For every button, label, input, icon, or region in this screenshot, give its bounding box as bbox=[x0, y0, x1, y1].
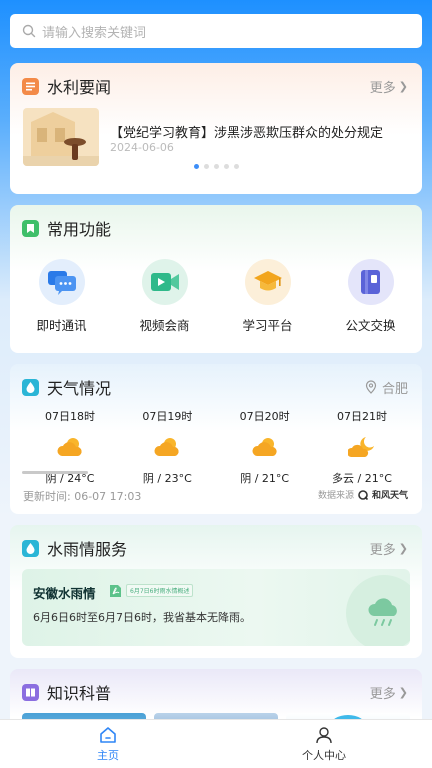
forecast-time: 07日20时 bbox=[239, 410, 290, 423]
function-document-exchange[interactable]: 公文交换 bbox=[319, 259, 422, 334]
water-drop-icon bbox=[22, 539, 39, 557]
forecast-time: 07日18时 bbox=[45, 410, 95, 423]
rain-card-title: 安徽水雨情 bbox=[33, 586, 96, 601]
news-pagination bbox=[10, 164, 422, 169]
rain-header: 水雨情服务 更多 ❯ bbox=[22, 537, 408, 559]
rain-more-link[interactable]: 更多 ❯ bbox=[370, 539, 408, 558]
news-headline[interactable]: 【党纪学习教育】涉黑涉恶欺压群众的处分规定 bbox=[110, 122, 383, 141]
news-thumbnail[interactable] bbox=[23, 108, 99, 166]
video-icon bbox=[141, 259, 188, 305]
rain-cloud-icon bbox=[346, 575, 410, 646]
overcast-icon bbox=[251, 432, 279, 462]
source-name: 和风天气 bbox=[371, 491, 408, 501]
qweather-logo-icon bbox=[358, 489, 368, 500]
bookmark-icon bbox=[22, 219, 39, 237]
book-icon bbox=[22, 683, 39, 701]
forecast-desc: 阴 / 21°C bbox=[240, 472, 290, 485]
weather-section-title: 天气情况 bbox=[47, 379, 112, 398]
function-label: 即时通讯 bbox=[36, 318, 87, 333]
news-header: 水利要闻 更多 ❯ bbox=[22, 75, 408, 97]
tab-profile-label: 个人中心 bbox=[302, 748, 346, 762]
tab-home-label: 主页 bbox=[97, 748, 119, 762]
weather-header: 天气情况 合肥 bbox=[22, 376, 408, 398]
function-grid: 即时通讯 视频会商 学习平台 公文交换 bbox=[10, 259, 422, 334]
common-functions-card: 常用功能 即时通讯 视频会商 学习平台 公文交换 bbox=[10, 205, 422, 353]
function-label: 视频会商 bbox=[139, 318, 190, 333]
chat-icon bbox=[38, 259, 85, 305]
pagination-dot[interactable] bbox=[233, 164, 239, 169]
forecast-row[interactable]: 07日18时 阴 / 24°C 07日19时 阴 / 23°C 07日20时 阴… bbox=[24, 408, 408, 486]
chevron-right-icon: ❯ bbox=[398, 541, 408, 555]
forecast-scrollbar[interactable] bbox=[22, 471, 88, 474]
news-icon bbox=[22, 77, 39, 95]
forecast-item: 07日19时 阴 / 23°C bbox=[121, 408, 213, 486]
overcast-icon bbox=[56, 432, 84, 462]
search-bar[interactable]: 请输入搜索关键词 bbox=[10, 14, 422, 48]
news-more-label[interactable]: 更多 bbox=[370, 77, 396, 96]
graduation-cap-icon bbox=[244, 259, 291, 305]
rain-section-title: 水雨情服务 bbox=[47, 540, 128, 559]
rain-date-tag: 6月7日6时雨水情概述 bbox=[126, 584, 194, 597]
rain-service-card: 水雨情服务 更多 ❯ 安徽水雨情 6月7日6时雨水情概述 6月6日6时至6月7日6… bbox=[10, 525, 422, 658]
function-label: 学习平台 bbox=[242, 318, 293, 333]
function-label: 公文交换 bbox=[345, 318, 396, 333]
water-drop-icon bbox=[22, 378, 39, 396]
forecast-desc: 阴 / 23°C bbox=[142, 472, 192, 485]
knowledge-header: 知识科普 更多 ❯ bbox=[22, 681, 408, 703]
search-input[interactable]: 请输入搜索关键词 bbox=[42, 22, 146, 41]
location-label: 合肥 bbox=[381, 381, 408, 397]
functions-section-title: 常用功能 bbox=[47, 220, 112, 239]
partly-cloudy-night-icon bbox=[347, 432, 376, 462]
rain-summary-text: 6月6日6时至6月7日6时，我省基本无降雨。 bbox=[33, 611, 251, 624]
function-instant-messaging[interactable]: 即时通讯 bbox=[10, 259, 113, 334]
forecast-time: 07日19时 bbox=[142, 410, 193, 423]
pagination-dot[interactable] bbox=[213, 164, 219, 169]
forecast-desc: 多云 / 21°C bbox=[332, 472, 392, 485]
knowledge-section-title: 知识科普 bbox=[47, 684, 112, 703]
pagination-dot-active[interactable] bbox=[193, 164, 199, 169]
news-card: 水利要闻 更多 ❯ 【党纪学习教育】涉黑涉恶欺压群众的处分规定 2024-06-0… bbox=[10, 63, 422, 194]
pagination-dot[interactable] bbox=[203, 164, 209, 169]
weather-source: 数据来源 和风天气 bbox=[318, 488, 408, 501]
document-icon bbox=[347, 259, 394, 305]
news-date: 2024-06-06 bbox=[110, 141, 174, 154]
tab-profile[interactable]: 个人中心 bbox=[216, 720, 432, 768]
rain-more-label[interactable]: 更多 bbox=[370, 539, 396, 558]
chevron-right-icon: ❯ bbox=[398, 79, 408, 93]
news-more-link[interactable]: 更多 ❯ bbox=[370, 77, 408, 96]
tab-home[interactable]: 主页 bbox=[0, 720, 216, 768]
forecast-time: 07日21时 bbox=[336, 410, 387, 423]
functions-header: 常用功能 bbox=[22, 217, 408, 239]
knowledge-more-link[interactable]: 更多 ❯ bbox=[370, 683, 408, 702]
weather-location[interactable]: 合肥 bbox=[365, 378, 408, 397]
source-label: 数据来源 bbox=[317, 491, 354, 501]
user-icon bbox=[316, 726, 332, 743]
function-video-conference[interactable]: 视频会商 bbox=[113, 259, 216, 334]
forecast-item: 07日21时 多云 / 21°C bbox=[316, 408, 408, 486]
home-icon bbox=[100, 726, 116, 743]
overcast-icon bbox=[153, 432, 181, 462]
chevron-right-icon: ❯ bbox=[398, 685, 408, 699]
search-icon bbox=[22, 24, 36, 38]
location-pin-icon bbox=[365, 380, 377, 394]
news-section-title: 水利要闻 bbox=[47, 78, 112, 97]
pagination-dot[interactable] bbox=[223, 164, 229, 169]
forecast-item: 07日20时 阴 / 21°C bbox=[219, 408, 311, 486]
weather-card: 天气情况 合肥 07日18时 阴 / 24°C 07日19时 阴 / 23°C … bbox=[10, 364, 422, 514]
knowledge-more-label[interactable]: 更多 bbox=[370, 683, 396, 702]
function-learning-platform[interactable]: 学习平台 bbox=[216, 259, 319, 334]
pdf-icon bbox=[110, 585, 121, 597]
rain-summary-box[interactable]: 安徽水雨情 6月7日6时雨水情概述 6月6日6时至6月7日6时，我省基本无降雨。 bbox=[22, 569, 410, 646]
bottom-tab-bar: 主页 个人中心 bbox=[0, 719, 432, 768]
weather-updated-time: 更新时间: 06-07 17:03 bbox=[23, 490, 142, 503]
forecast-item: 07日18时 阴 / 24°C bbox=[24, 408, 116, 486]
